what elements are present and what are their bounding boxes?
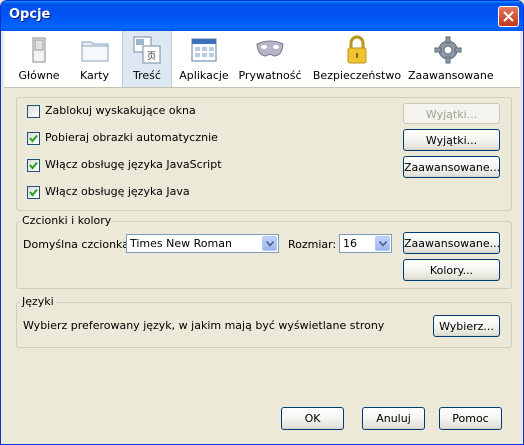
enable-javascript-label: Włącz obsługę języka JavaScript (45, 158, 222, 171)
content-icon: 页 (133, 36, 161, 64)
title-bar[interactable]: Opcje (1, 1, 523, 31)
tab-applications[interactable]: Aplikacje (176, 31, 232, 87)
tab-label: Zaawansowane (408, 69, 494, 82)
close-icon (503, 11, 514, 22)
checkmark-icon (29, 134, 38, 143)
gear-icon (434, 36, 462, 64)
chevron-down-icon (266, 241, 274, 247)
tab-main[interactable]: Główne (11, 31, 67, 87)
help-button[interactable]: Pomoc (439, 407, 502, 430)
tab-label: Karty (79, 69, 110, 82)
enable-java-checkbox[interactable] (27, 186, 40, 199)
switch-icon (32, 37, 46, 63)
dropdown-arrow (375, 236, 390, 251)
default-font-value: Times New Roman (130, 237, 232, 250)
tab-tabs[interactable]: Karty (67, 31, 122, 87)
block-popups-checkbox[interactable] (27, 105, 40, 118)
tab-label: Główne (18, 69, 60, 82)
tab-advanced[interactable]: Zaawansowane (408, 31, 494, 87)
default-font-select[interactable]: Times New Roman (126, 234, 279, 253)
window-title: Opcje (9, 7, 51, 22)
colors-button[interactable]: Kolory... (403, 259, 500, 281)
font-size-value: 16 (343, 237, 357, 250)
font-size-label: Rozmiar: (288, 238, 337, 251)
enable-java-label: Włącz obsługę języka Java (45, 185, 190, 198)
tab-label: Treść (133, 69, 161, 82)
tab-label: Prywatność (238, 69, 302, 82)
font-size-select[interactable]: 16 (339, 234, 392, 253)
svg-text:页: 页 (147, 51, 156, 62)
tab-label: Bezpieczeństwo (312, 69, 402, 82)
chevron-down-icon (379, 241, 387, 247)
load-images-label: Pobieraj obrazki automatycznie (45, 131, 218, 144)
tab-content[interactable]: 页 Treść (122, 31, 172, 87)
block-popups-label: Zablokuj wyskakujące okna (45, 104, 196, 117)
image-exceptions-button[interactable]: Wyjątki... (403, 129, 500, 151)
javascript-advanced-button[interactable]: Zaawansowane... (403, 156, 500, 178)
options-window: Opcje Główne Karty 页 Treść Aplikacje Pry… (0, 0, 524, 445)
popup-exceptions-button[interactable]: Wyjątki... (403, 103, 500, 124)
choose-language-button[interactable]: Wybierz... (433, 315, 500, 337)
languages-description: Wybierz preferowany język, w jakim mają … (23, 319, 385, 332)
load-images-checkbox[interactable] (27, 132, 40, 145)
dropdown-arrow (262, 236, 277, 251)
close-button[interactable] (498, 6, 519, 27)
fonts-advanced-button[interactable]: Zaawansowane... (403, 232, 500, 254)
default-font-label: Domyślna czcionka: (23, 238, 133, 251)
ok-button[interactable]: OK (281, 407, 344, 430)
padlock-icon (347, 35, 367, 64)
mask-icon (256, 40, 284, 57)
checkmark-icon (29, 161, 38, 170)
checkmark-icon (29, 188, 38, 197)
tab-label: Aplikacje (179, 69, 229, 82)
cancel-button[interactable]: Anuluj (362, 407, 425, 430)
tab-privacy[interactable]: Prywatność (238, 31, 302, 87)
folder-tabs-icon (81, 41, 108, 62)
category-toolbar: Główne Karty 页 Treść Aplikacje Prywatnoś… (4, 31, 520, 88)
languages-legend: Języki (20, 295, 56, 308)
tab-security[interactable]: Bezpieczeństwo (311, 31, 403, 87)
enable-javascript-checkbox[interactable] (27, 159, 40, 172)
applications-icon (191, 38, 217, 62)
fonts-colors-legend: Czcionki i kolory (20, 214, 114, 227)
